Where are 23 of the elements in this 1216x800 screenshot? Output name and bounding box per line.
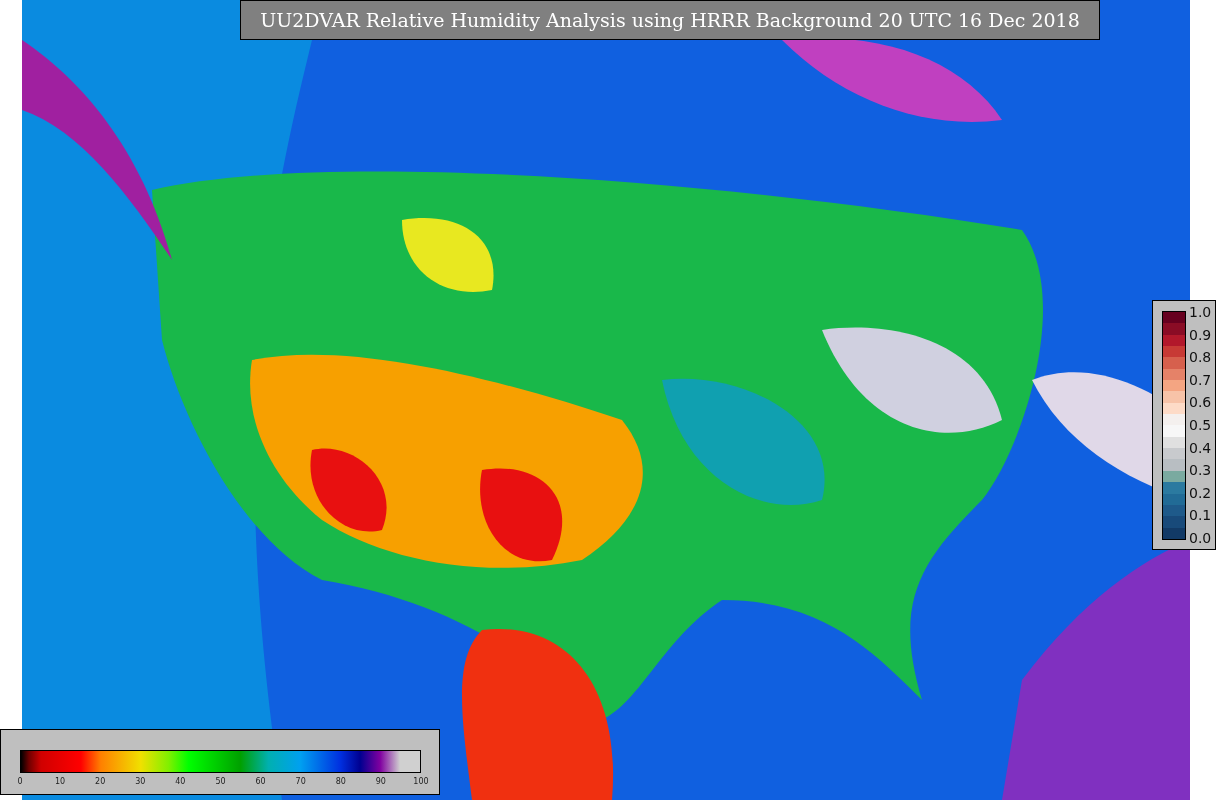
tick-label: 90 xyxy=(374,777,387,787)
tick-label: 0.3 xyxy=(1189,463,1212,478)
tick-label: 0.2 xyxy=(1189,485,1212,500)
tick-label: 0.1 xyxy=(1189,508,1212,523)
tick-label: 60 xyxy=(254,777,267,787)
tick-label: 0.7 xyxy=(1189,372,1212,387)
tick-label: 0.0 xyxy=(1189,530,1212,545)
tick-label: 0.4 xyxy=(1189,440,1212,455)
tick-label: 20 xyxy=(94,777,107,787)
tick-label: 80 xyxy=(334,777,347,787)
map-title: UU2DVAR Relative Humidity Analysis using HRRR Background 20 UTC 16 Dec 2018 xyxy=(240,0,1100,40)
tick-label: 0.6 xyxy=(1189,395,1212,410)
tick-label: 0 xyxy=(16,777,24,787)
tick-label: 10 xyxy=(54,777,67,787)
tick-label: 50 xyxy=(214,777,227,787)
tick-label: 100 xyxy=(412,777,430,787)
tick-label: 1.0 xyxy=(1189,305,1212,319)
tick-label: 70 xyxy=(294,777,307,787)
tick-label: 0.8 xyxy=(1189,350,1212,365)
tick-label: 0.5 xyxy=(1189,417,1212,432)
tick-label: 40 xyxy=(174,777,187,787)
tick-label: 30 xyxy=(134,777,147,787)
tick-label: 0.9 xyxy=(1189,327,1212,342)
